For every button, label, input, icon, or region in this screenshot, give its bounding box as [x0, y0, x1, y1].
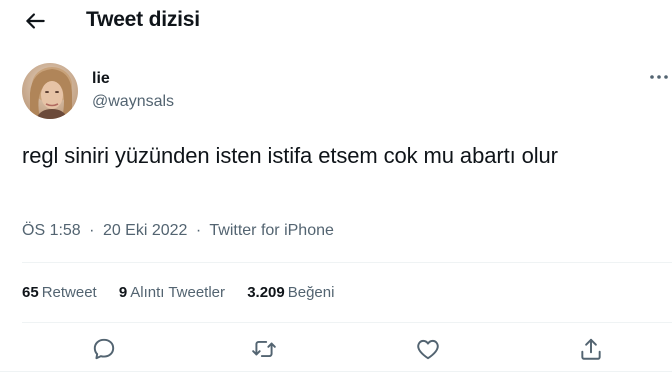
avatar[interactable]	[22, 63, 78, 119]
page-title: Tweet dizisi	[86, 8, 200, 31]
tweet-meta: ÖS 1:58 · 20 Eki 2022 · Twitter for iPho…	[22, 222, 334, 240]
tweet-text: regl siniri yüzünden isten istifa etsem …	[22, 143, 558, 168]
tweet-date[interactable]: 20 Eki 2022	[103, 222, 188, 239]
like-count[interactable]: 3.209 Beğeni	[247, 284, 334, 301]
arrow-left-icon	[26, 13, 45, 29]
like-button[interactable]	[415, 336, 441, 362]
tweet-time[interactable]: ÖS 1:58	[22, 222, 81, 239]
reply-icon	[93, 338, 115, 360]
user-handle[interactable]: @waynsals	[92, 93, 174, 111]
share-button[interactable]	[578, 336, 604, 362]
tweet-stats: 65 Retweet 9 Alıntı Tweetler 3.209 Beğeni	[22, 284, 352, 301]
meta-separator: ·	[89, 222, 95, 239]
retweet-button[interactable]	[251, 336, 277, 362]
reply-button[interactable]	[91, 336, 117, 362]
more-options-button[interactable]	[648, 70, 670, 84]
share-icon	[581, 338, 601, 360]
display-name[interactable]: lie	[92, 70, 110, 88]
like-icon	[417, 339, 439, 360]
back-button[interactable]	[22, 8, 48, 34]
profile-photo	[22, 63, 78, 119]
divider	[22, 262, 672, 263]
header: Tweet dizisi	[0, 0, 672, 44]
tweet-source[interactable]: Twitter for iPhone	[209, 222, 334, 239]
retweet-icon	[252, 340, 276, 358]
divider	[22, 322, 672, 323]
divider	[0, 371, 672, 372]
meta-separator: ·	[195, 222, 202, 239]
more-icon	[650, 75, 668, 79]
retweet-count[interactable]: 65 Retweet	[22, 284, 97, 301]
quote-tweet-count[interactable]: 9 Alıntı Tweetler	[119, 284, 225, 301]
